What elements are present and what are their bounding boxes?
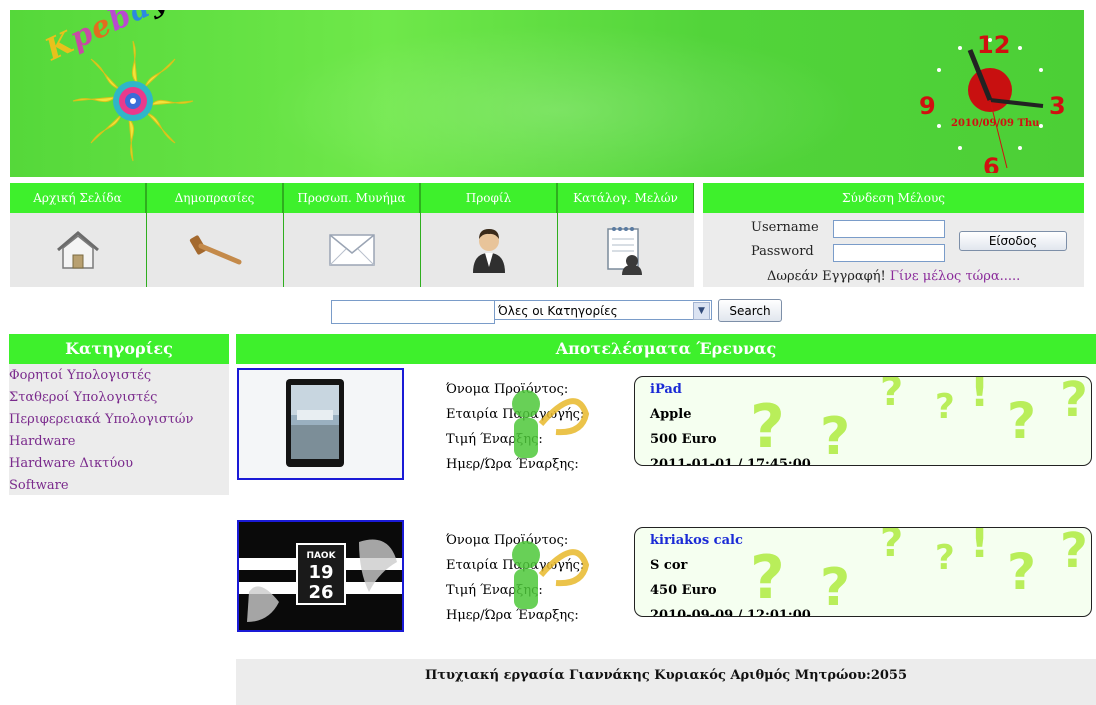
- clock-date: 2010/09/09 Thu: [951, 118, 1040, 129]
- category-select-value: Όλες οι Κατηγορίες: [498, 304, 618, 318]
- categories-title: Κατηγορίες: [9, 334, 229, 364]
- product-company: S cor: [650, 558, 688, 573]
- nav-auctions[interactable]: Δημοπρασίες: [147, 183, 284, 287]
- banner-decoration: [210, 10, 910, 177]
- label-company: Εταιρία Παραγωγής:: [446, 407, 585, 422]
- clock-three: 3: [1049, 92, 1065, 120]
- result-card-kiriakos-calc[interactable]: ? ? ? ? ! ? ? kiriakos calc S cor 450 Eu…: [634, 527, 1092, 617]
- label-start-price: Τιμή Έναρξης:: [446, 432, 543, 447]
- category-item[interactable]: Hardware: [9, 431, 229, 453]
- main-nav: Αρχική Σελίδα Δημοπρασίες Προσωπ. Μυνήμα: [10, 183, 694, 287]
- product-datetime: 2010-09-09 / 12:01:00: [650, 608, 811, 617]
- analog-clock: 12 3 6 9 2010/09/09 Thu: [915, 18, 1066, 177]
- product-company: Apple: [650, 407, 692, 422]
- clock-icon: 12 3 6 9: [919, 31, 1066, 177]
- category-item[interactable]: Software: [9, 475, 229, 497]
- nav-members-label[interactable]: Κατάλογ. Μελών: [558, 183, 694, 213]
- label-company: Εταιρία Παραγωγής:: [446, 558, 585, 573]
- notepad-icon[interactable]: [604, 225, 648, 275]
- svg-text:ΠΑΟΚ: ΠΑΟΚ: [306, 551, 336, 561]
- svg-text:19: 19: [308, 562, 333, 583]
- nav-profile[interactable]: Προφίλ: [421, 183, 558, 287]
- label-start-price: Τιμή Έναρξης:: [446, 583, 543, 598]
- register-text: Δωρεάν Εγγραφή!: [767, 269, 886, 284]
- paok-crest-image: ΠΑΟΚ 19 26: [239, 522, 402, 630]
- clock-twelve: 12: [977, 31, 1010, 59]
- register-prompt: Δωρεάν Εγγραφή! Γίνε μέλος τώρα.....: [767, 269, 1020, 284]
- gavel-icon[interactable]: [187, 232, 243, 268]
- envelope-icon[interactable]: [328, 233, 376, 267]
- label-product-name: Όνομα Προϊόντος:: [446, 382, 569, 397]
- login-panel: Σύνδεση Μέλους Username Password Είσοδος…: [703, 183, 1084, 287]
- home-icon[interactable]: [55, 230, 101, 270]
- header-banner: Kpebay 12 3 6 9 2010/09/09 Thu: [10, 10, 1084, 177]
- nav-members[interactable]: Κατάλογ. Μελών: [558, 183, 694, 287]
- category-item[interactable]: Φορητοί Υπολογιστές: [9, 365, 229, 387]
- categories-list: Φορητοί Υπολογιστές Σταθεροί Υπολογιστές…: [9, 364, 229, 497]
- product-datetime: 2011-01-01 / 17:45:00: [650, 457, 811, 466]
- login-button[interactable]: Είσοδος: [959, 231, 1067, 251]
- nav-messages[interactable]: Προσωπ. Μυνήμα: [284, 183, 421, 287]
- result-labels: Όνομα Προϊόντος: Εταιρία Παραγωγής: Τιμή…: [446, 377, 636, 477]
- password-label: Password: [751, 244, 814, 259]
- search-input[interactable]: [331, 300, 495, 324]
- tablet-image: [239, 370, 402, 478]
- product-name[interactable]: iPad: [635, 377, 1091, 402]
- footer-credits: Πτυχιακή εργασία Γιαννάκης Κυριακός Αριθ…: [236, 659, 1096, 705]
- label-start-datetime: Ημερ/Ώρα Έναρξης:: [446, 608, 579, 623]
- category-select[interactable]: Όλες οι Κατηγορίες ▼: [494, 300, 712, 320]
- category-item[interactable]: Σταθεροί Υπολογιστές: [9, 387, 229, 409]
- nav-auctions-label[interactable]: Δημοπρασίες: [147, 183, 283, 213]
- nav-home-label[interactable]: Αρχική Σελίδα: [10, 183, 146, 213]
- password-input[interactable]: [833, 244, 945, 262]
- register-link[interactable]: Γίνε μέλος τώρα.....: [890, 269, 1020, 284]
- username-input[interactable]: [833, 220, 945, 238]
- username-label: Username: [751, 220, 819, 235]
- nav-home[interactable]: Αρχική Σελίδα: [10, 183, 147, 287]
- product-price: 450 Euro: [650, 583, 717, 598]
- results-title: Αποτελέσματα Έρευνας: [236, 334, 1096, 364]
- label-start-datetime: Ημερ/Ώρα Έναρξης:: [446, 457, 579, 472]
- product-name[interactable]: kiriakos calc: [635, 528, 1091, 553]
- category-item[interactable]: Περιφερειακά Υπολογιστών: [9, 409, 229, 431]
- product-price: 500 Euro: [650, 432, 717, 447]
- category-item[interactable]: Hardware Δικτύου: [9, 453, 229, 475]
- svg-text:26: 26: [308, 582, 333, 603]
- clock-six: 6: [983, 153, 1000, 173]
- site-logo[interactable]: Kpebay: [25, 10, 225, 165]
- person-icon[interactable]: [469, 227, 509, 273]
- result-labels: Όνομα Προϊόντος: Εταιρία Παραγωγής: Τιμή…: [446, 528, 636, 628]
- result-card-ipad[interactable]: ? ? ? ? ! ? ? iPad Apple 500 Euro 2011-0…: [634, 376, 1092, 466]
- categories-panel: Κατηγορίες Φορητοί Υπολογιστές Σταθεροί …: [9, 334, 229, 495]
- label-product-name: Όνομα Προϊόντος:: [446, 533, 569, 548]
- search-button[interactable]: Search: [718, 299, 782, 322]
- product-image-paok[interactable]: ΠΑΟΚ 19 26: [237, 520, 404, 632]
- nav-messages-label[interactable]: Προσωπ. Μυνήμα: [284, 183, 420, 213]
- clock-nine: 9: [919, 92, 936, 120]
- chevron-down-icon[interactable]: ▼: [693, 302, 710, 320]
- nav-profile-label[interactable]: Προφίλ: [421, 183, 557, 213]
- product-image-ipad[interactable]: [237, 368, 404, 480]
- login-title: Σύνδεση Μέλους: [703, 183, 1084, 213]
